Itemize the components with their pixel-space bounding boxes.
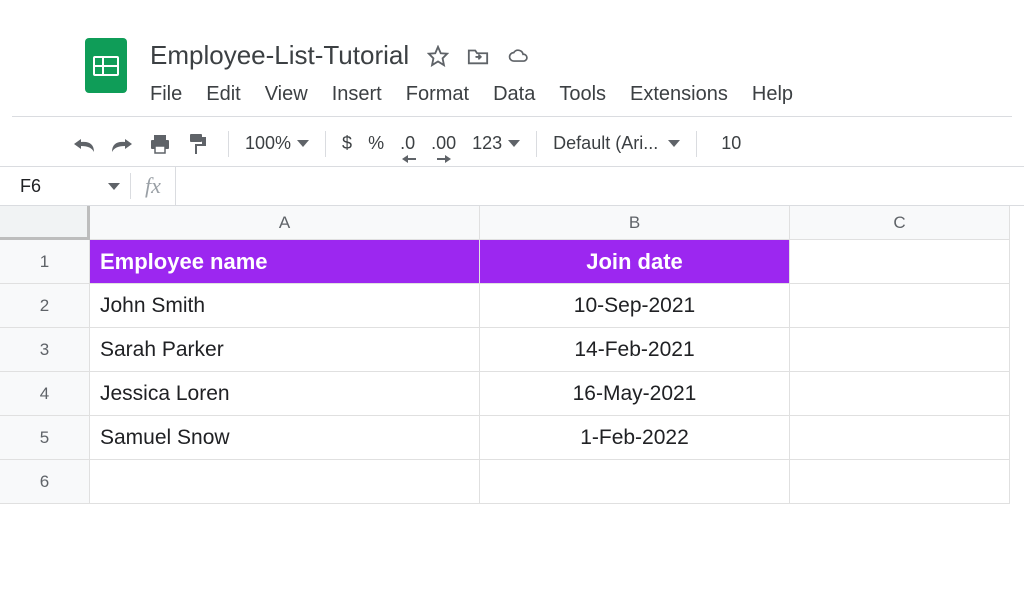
cell-b2[interactable]: 10-Sep-2021 [480,284,790,328]
cell-a1[interactable]: Employee name [90,240,480,284]
menu-bar: File Edit View Insert Format Data Tools … [150,83,1004,106]
font-size-input[interactable]: 10 [713,129,749,158]
menu-data[interactable]: Data [493,83,535,106]
row-header[interactable]: 6 [0,460,90,504]
dropdown-icon [297,140,309,147]
row-header[interactable]: 5 [0,416,90,460]
separator [536,131,537,157]
cell-b3[interactable]: 14-Feb-2021 [480,328,790,372]
separator [325,131,326,157]
currency-button[interactable]: $ [342,133,352,154]
cell-c5[interactable] [790,416,1010,460]
menu-insert[interactable]: Insert [332,83,382,106]
decrease-decimal-button[interactable]: .0 [400,133,415,154]
menu-edit[interactable]: Edit [206,83,240,106]
cell-b6[interactable] [480,460,790,504]
print-button[interactable] [146,130,174,158]
menu-tools[interactable]: Tools [559,83,606,106]
cell-a5[interactable]: Samuel Snow [90,416,480,460]
fx-icon: fx [130,173,175,199]
col-header-b[interactable]: B [480,206,790,240]
star-icon[interactable] [427,45,449,67]
menu-format[interactable]: Format [406,83,469,106]
redo-button[interactable] [108,130,136,158]
cell-a6[interactable] [90,460,480,504]
font-name: Default (Ari... [553,133,658,154]
separator [228,131,229,157]
name-box[interactable]: F6 [20,176,130,197]
spreadsheet-grid: A B C 1 Employee name Join date 2 John S… [0,206,1024,504]
cell-c6[interactable] [790,460,1010,504]
row-header[interactable]: 4 [0,372,90,416]
cell-a3[interactable]: Sarah Parker [90,328,480,372]
zoom-value: 100% [245,133,291,154]
font-select[interactable]: Default (Ari... [553,133,680,154]
menu-file[interactable]: File [150,83,182,106]
percent-button[interactable]: % [368,133,384,154]
undo-button[interactable] [70,130,98,158]
cell-b1[interactable]: Join date [480,240,790,284]
row-header[interactable]: 1 [0,240,90,284]
select-all-corner[interactable] [0,206,90,240]
menu-view[interactable]: View [265,83,308,106]
cell-b5[interactable]: 1-Feb-2022 [480,416,790,460]
cell-reference: F6 [20,176,41,197]
row-header[interactable]: 3 [0,328,90,372]
cell-c4[interactable] [790,372,1010,416]
menu-help[interactable]: Help [752,83,793,106]
col-header-c[interactable]: C [790,206,1010,240]
document-title[interactable]: Employee-List-Tutorial [150,40,409,71]
increase-decimal-button[interactable]: .00 [431,133,456,154]
cell-c3[interactable] [790,328,1010,372]
separator [696,131,697,157]
paint-format-button[interactable] [184,130,212,158]
cell-a2[interactable]: John Smith [90,284,480,328]
cell-c1[interactable] [790,240,1010,284]
cloud-status-icon[interactable] [507,45,529,67]
sheets-logo-grid-icon [93,56,119,76]
dropdown-icon [668,140,680,147]
header: Employee-List-Tutorial File Edit View In… [0,0,1024,106]
formula-input[interactable] [175,167,1024,205]
dropdown-icon [108,183,120,190]
toolbar: 100% $ % .0 .00 123 Default (Ari... 10 [0,117,1024,166]
formula-bar: F6 fx [0,166,1024,206]
cell-c2[interactable] [790,284,1010,328]
more-formats-button[interactable]: 123 [472,133,520,154]
row-header[interactable]: 2 [0,284,90,328]
cell-a4[interactable]: Jessica Loren [90,372,480,416]
sheets-logo [85,38,127,93]
zoom-select[interactable]: 100% [245,133,309,154]
dropdown-icon [508,140,520,147]
cell-b4[interactable]: 16-May-2021 [480,372,790,416]
menu-extensions[interactable]: Extensions [630,83,728,106]
move-folder-icon[interactable] [467,45,489,67]
col-header-a[interactable]: A [90,206,480,240]
